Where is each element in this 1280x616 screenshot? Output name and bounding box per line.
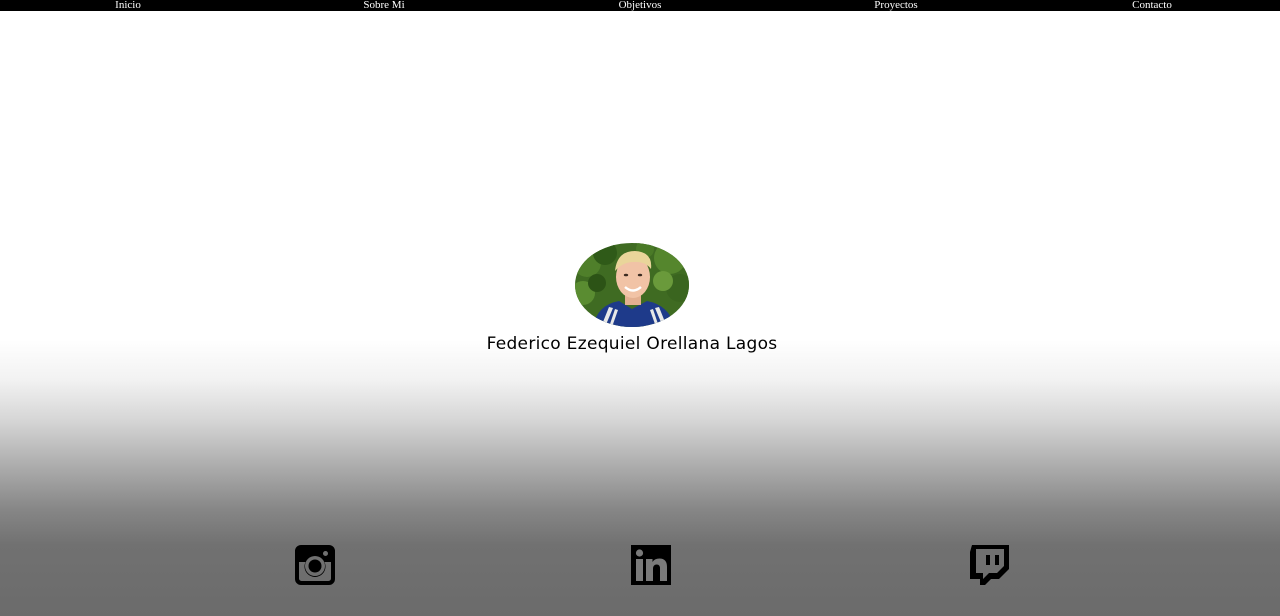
profile-section: Federico Ezequiel Orellana Lagos (0, 243, 1264, 355)
profile-name: Federico Ezequiel Orellana Lagos (486, 334, 778, 354)
twitch-icon[interactable] (969, 545, 1009, 585)
social-links (0, 545, 1280, 585)
nav-objetivos[interactable]: Objetivos (512, 0, 768, 11)
avatar (575, 243, 689, 327)
top-navigation: Inicio Sobre Mi Objetivos Proyectos Cont… (0, 0, 1280, 11)
nav-proyectos[interactable]: Proyectos (768, 0, 1024, 11)
nav-inicio[interactable]: Inicio (0, 0, 256, 11)
instagram-icon[interactable] (295, 545, 335, 585)
nav-contacto[interactable]: Contacto (1024, 0, 1280, 11)
linkedin-icon[interactable] (631, 545, 671, 585)
nav-sobre-mi[interactable]: Sobre Mi (256, 0, 512, 11)
profile-photo (575, 243, 689, 327)
